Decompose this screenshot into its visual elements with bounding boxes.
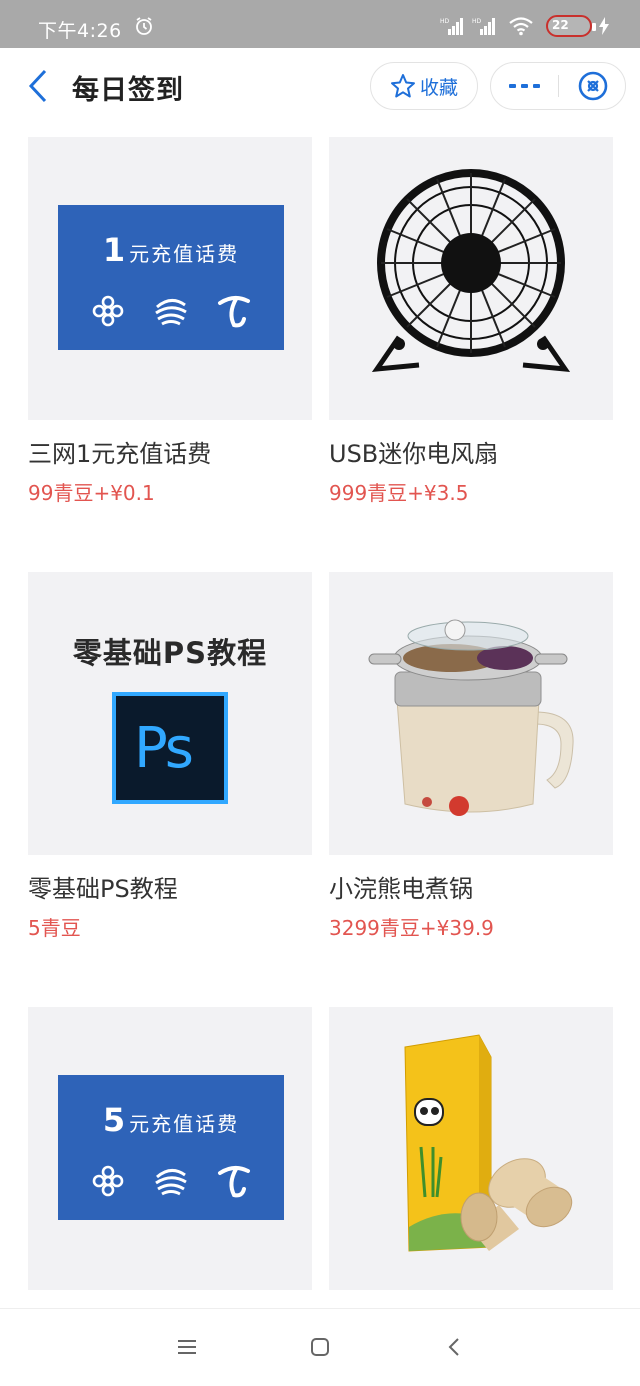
product-image[interactable]: 1 元充值话费 (28, 137, 312, 420)
battery-level: 22 (552, 18, 569, 32)
product-card[interactable]: 小浣熊电煮锅 3299青豆+¥39.9 (329, 572, 613, 941)
system-nav-bar (0, 1308, 640, 1386)
signal-hd-icon: HD (472, 18, 495, 35)
more-icon (508, 84, 540, 88)
tissue-roll-icon (404, 1034, 573, 1252)
product-image[interactable]: 零基础PS教程 Ps (28, 572, 312, 855)
product-image[interactable] (329, 137, 613, 420)
page-title: 每日签到 (72, 75, 184, 106)
china-telecom-icon (218, 1166, 250, 1198)
recharge-text: 元充值话费 (129, 242, 240, 266)
recharge-amount: 1 (102, 231, 128, 269)
product-name: 小浣熊电煮锅 (329, 875, 473, 903)
recharge-graphic: 1 元充值话费 (58, 205, 284, 350)
china-telecom-icon (218, 296, 250, 328)
svg-text:HD: HD (472, 18, 482, 25)
system-back-button[interactable] (438, 1331, 470, 1363)
product-price: 999青豆+¥3.5 (329, 481, 469, 505)
china-unicom-icon (92, 1165, 124, 1197)
carrier-logos (88, 291, 254, 331)
carrier-logos (88, 1161, 254, 1201)
product-card[interactable]: 1 元充值话费 三网1元充值话费 99青豆+¥0.1 (28, 137, 312, 506)
alarm-icon (136, 17, 152, 35)
back-chevron-icon (448, 1338, 459, 1356)
mini-program-capsule (490, 62, 626, 110)
china-unicom-icon (92, 295, 124, 327)
product-name: 三网1元充值话费 (28, 440, 212, 468)
cooker-icon (368, 619, 574, 816)
svg-text:HD: HD (440, 18, 450, 25)
ps-course-heading: 零基础PS教程 (72, 636, 268, 670)
product-image[interactable]: 5 元充值话费 (28, 1007, 312, 1290)
star-icon (390, 74, 415, 98)
product-name: USB迷你电风扇 (329, 440, 499, 468)
product-price: 99青豆+¥0.1 (28, 481, 155, 505)
charging-icon (599, 17, 609, 35)
back-button[interactable] (20, 66, 56, 106)
product-card[interactable]: 零基础PS教程 Ps 零基础PS教程 5青豆 (28, 572, 312, 941)
ps-logo-text: Ps (134, 716, 194, 781)
status-time: 下午4:26 (38, 20, 122, 42)
product-image[interactable] (329, 572, 613, 855)
back-arrow-icon (28, 69, 47, 103)
photoshop-logo: Ps (112, 692, 228, 804)
more-button[interactable] (491, 63, 558, 109)
fan-icon (371, 169, 571, 372)
product-name: 零基础PS教程 (28, 875, 178, 903)
recharge-amount: 5 (102, 1101, 128, 1139)
close-button[interactable] (559, 63, 626, 109)
battery-icon: 22 (546, 15, 596, 37)
product-card[interactable]: USB迷你电风扇 999青豆+¥3.5 (329, 137, 613, 506)
product-price: 5青豆 (28, 916, 81, 940)
wifi-icon (509, 17, 533, 36)
china-mobile-icon (155, 299, 187, 326)
menu-button[interactable] (171, 1331, 203, 1363)
nav-bar: 每日签到 收藏 (0, 48, 640, 124)
product-image[interactable] (329, 1007, 613, 1290)
recharge-graphic: 5 元充值话费 (58, 1075, 284, 1220)
product-card[interactable] (329, 1007, 613, 1290)
recharge-text: 元充值话费 (129, 1112, 240, 1136)
product-price: 3299青豆+¥39.9 (329, 916, 494, 940)
favorite-label: 收藏 (419, 76, 458, 99)
home-button[interactable] (304, 1331, 336, 1363)
menu-icon (178, 1340, 196, 1354)
favorite-button[interactable]: 收藏 (370, 62, 478, 110)
close-circle-icon (578, 71, 607, 101)
china-mobile-icon (155, 1169, 187, 1196)
product-card[interactable]: 5 元充值话费 (28, 1007, 312, 1290)
home-square-icon (311, 1338, 329, 1356)
signal-hd-icon: HD (440, 18, 463, 35)
status-bar: 下午4:26 HD HD 22 (0, 0, 640, 48)
